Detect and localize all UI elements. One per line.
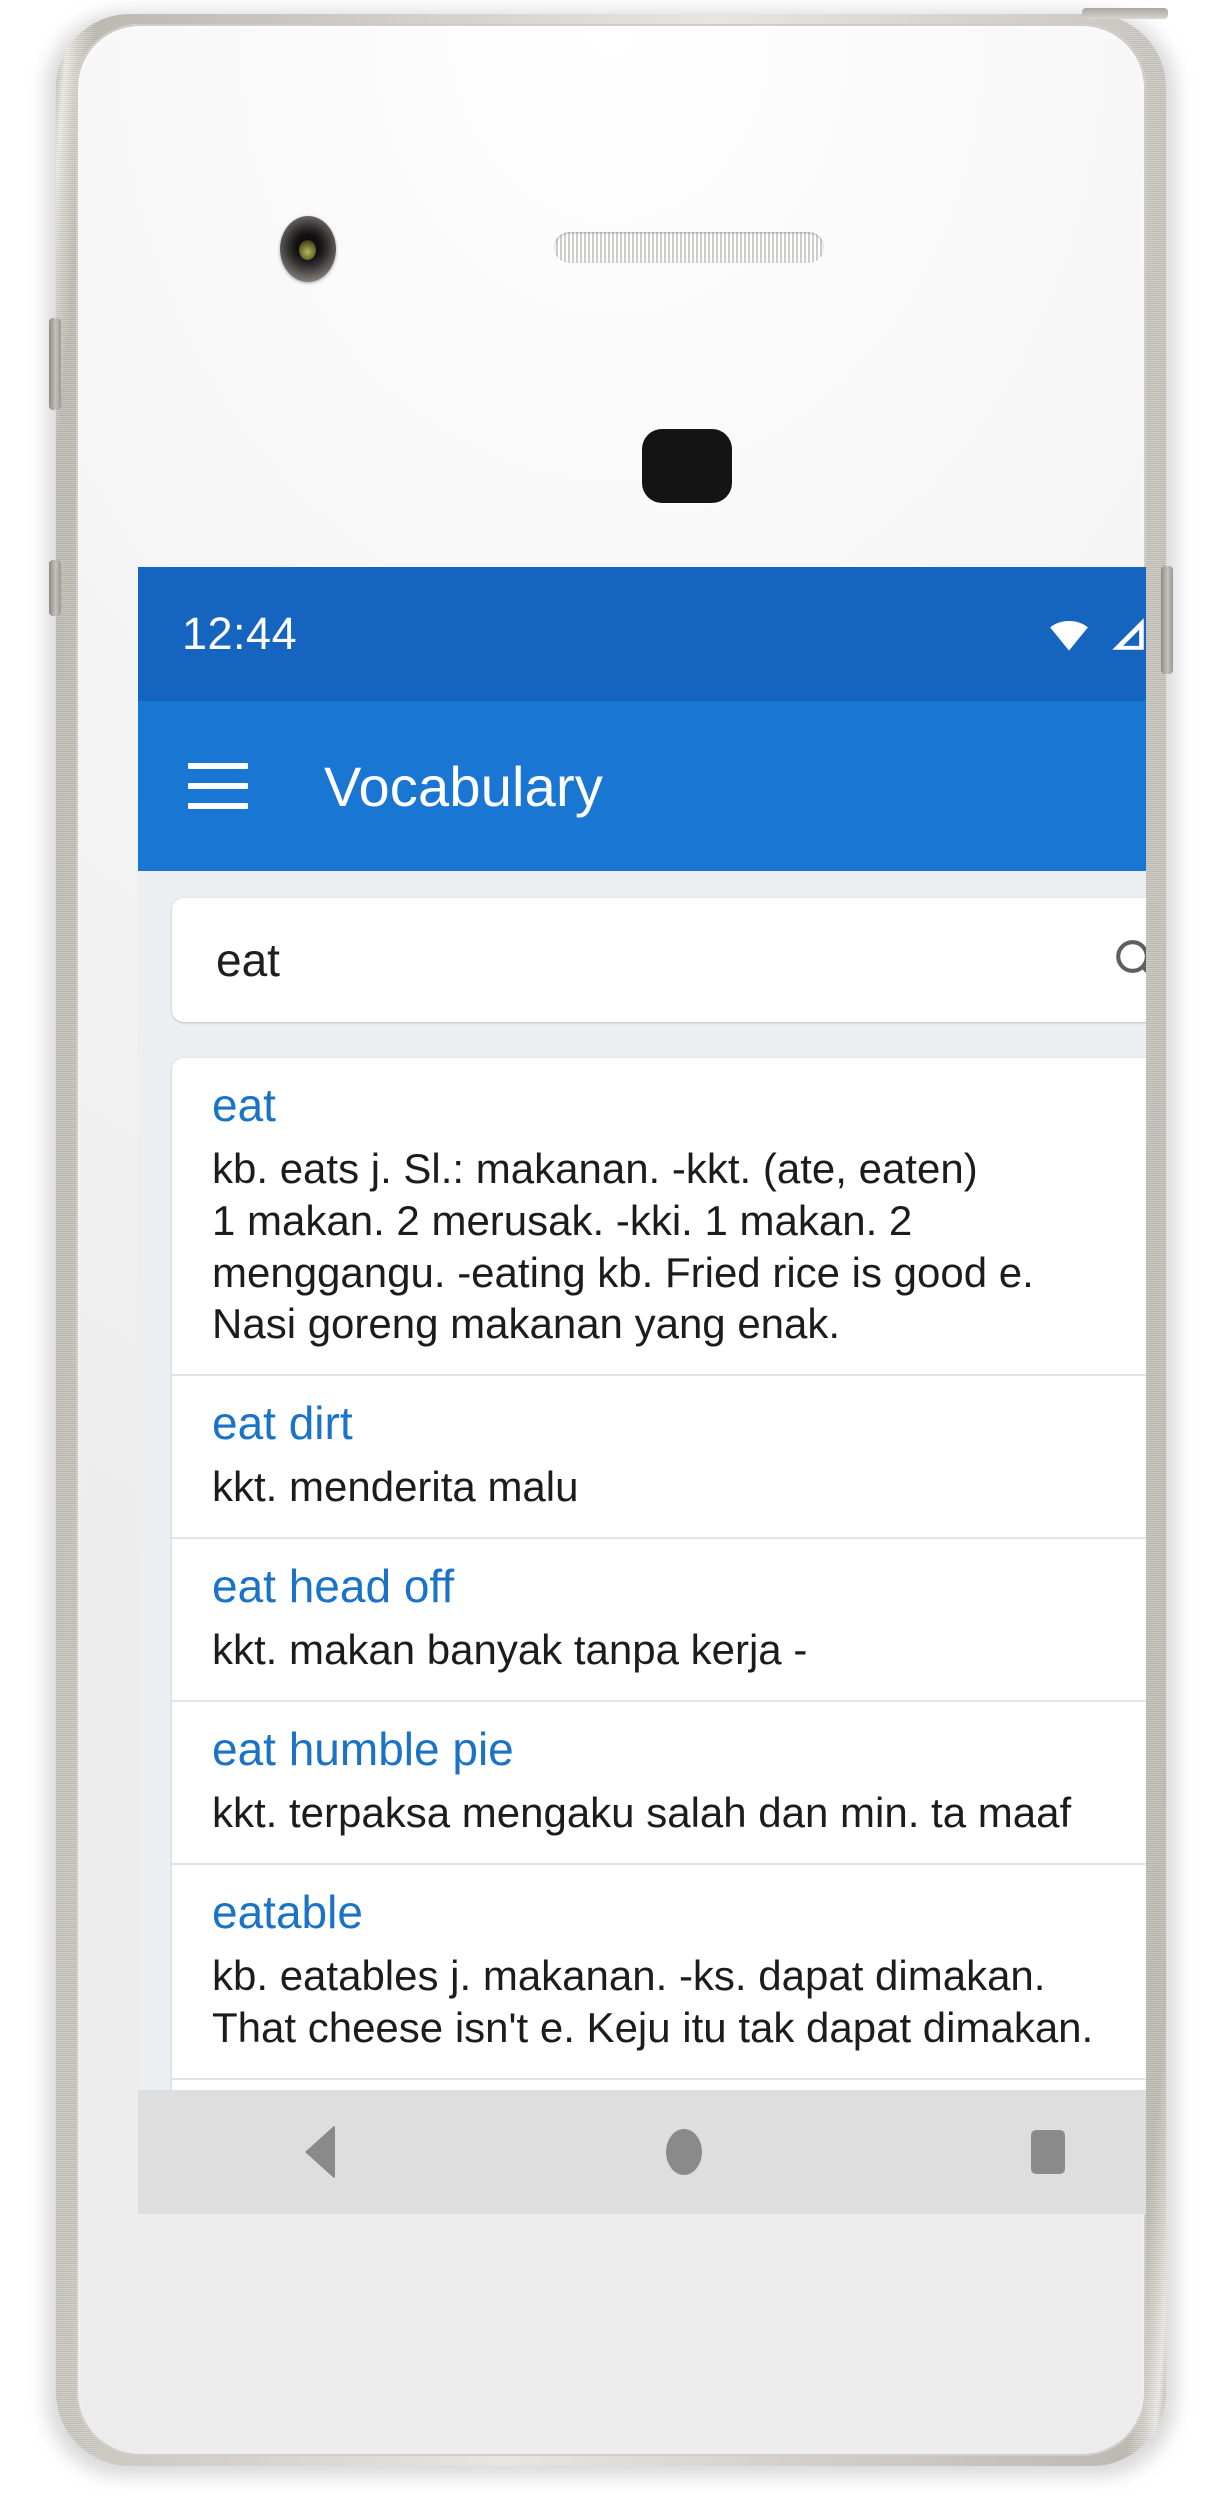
wifi-icon — [1050, 621, 1088, 651]
entry-word: eat humble pie — [212, 1723, 514, 1776]
entry-definition: kkt. terpaksa mengaku salah dan min. ta … — [212, 1789, 1072, 1837]
screenshot-canvas: 12:44 Vocabulary eat eat kb. eats j. Sl.… — [0, 0, 1222, 2498]
earpiece-speaker-icon — [554, 232, 824, 263]
entry-word: eatable — [212, 1886, 363, 1939]
back-arrow-icon — [305, 2125, 335, 2179]
phone-screen: 12:44 Vocabulary eat eat kb. eats j. Sl.… — [138, 567, 1146, 2214]
list-item[interactable]: eatable kb. eatables j. makanan. -ks. da… — [172, 1865, 1146, 2080]
nav-home-button[interactable] — [624, 2090, 744, 2214]
list-item[interactable]: eat humble pie kkt. terpaksa mengaku sal… — [172, 1702, 1146, 1866]
status-bar-clock: 12:44 — [182, 608, 298, 659]
status-bar: 12:44 — [138, 567, 1146, 701]
list-item[interactable]: eat head off kkt. makan banyak tanpa ker… — [172, 1539, 1146, 1703]
app-bar: Vocabulary — [138, 701, 1146, 871]
entry-word: eat dirt — [212, 1396, 353, 1449]
front-camera-icon — [280, 216, 336, 282]
entry-definition: kb. eatables j. makanan. -ks. dapat dima… — [212, 1952, 1094, 2052]
entry-definition: kb. eats j. Sl.: makanan. -kkt. (ate, ea… — [212, 1145, 1034, 1348]
hamburger-bar — [188, 763, 248, 769]
volume-button[interactable] — [49, 318, 61, 410]
search-bar[interactable] — [172, 898, 1146, 1022]
recents-square-icon — [1031, 2130, 1065, 2174]
search-input[interactable] — [216, 933, 1110, 987]
search-icon[interactable] — [1110, 934, 1146, 986]
phone-body: 12:44 Vocabulary eat eat kb. eats j. Sl.… — [76, 24, 1146, 2456]
nav-back-button[interactable] — [260, 2090, 380, 2214]
android-navigation-bar — [138, 2090, 1146, 2214]
page-title: Vocabulary — [324, 754, 604, 818]
top-edge-button[interactable] — [1082, 8, 1168, 19]
hamburger-bar — [188, 783, 248, 789]
entry-definition: kkt. menderita malu — [212, 1463, 579, 1511]
list-item[interactable]: eat kb. eats j. Sl.: makanan. -kkt. (ate… — [172, 1058, 1146, 1376]
results-list: eat kb. eats j. Sl.: makanan. -kkt. (ate… — [172, 1058, 1146, 2101]
status-bar-icons — [1048, 612, 1146, 656]
main-content: eat kb. eats j. Sl.: makanan. -kkt. (ate… — [138, 871, 1146, 2214]
nav-recents-button[interactable] — [988, 2090, 1108, 2214]
power-button[interactable] — [49, 560, 61, 616]
entry-definition: kkt. makan banyak tanpa kerja - — [212, 1626, 808, 1674]
list-item[interactable]: eat dirt kkt. menderita malu — [172, 1376, 1146, 1539]
entry-word: eat — [212, 1079, 276, 1131]
hamburger-menu-icon[interactable] — [188, 763, 248, 809]
hamburger-bar — [188, 803, 248, 809]
entry-word: eat head off — [212, 1560, 455, 1612]
home-circle-icon — [666, 2129, 702, 2175]
proximity-sensor-icon — [642, 429, 732, 503]
cellular-signal-icon — [1112, 618, 1144, 650]
right-side-button[interactable] — [1161, 566, 1173, 674]
